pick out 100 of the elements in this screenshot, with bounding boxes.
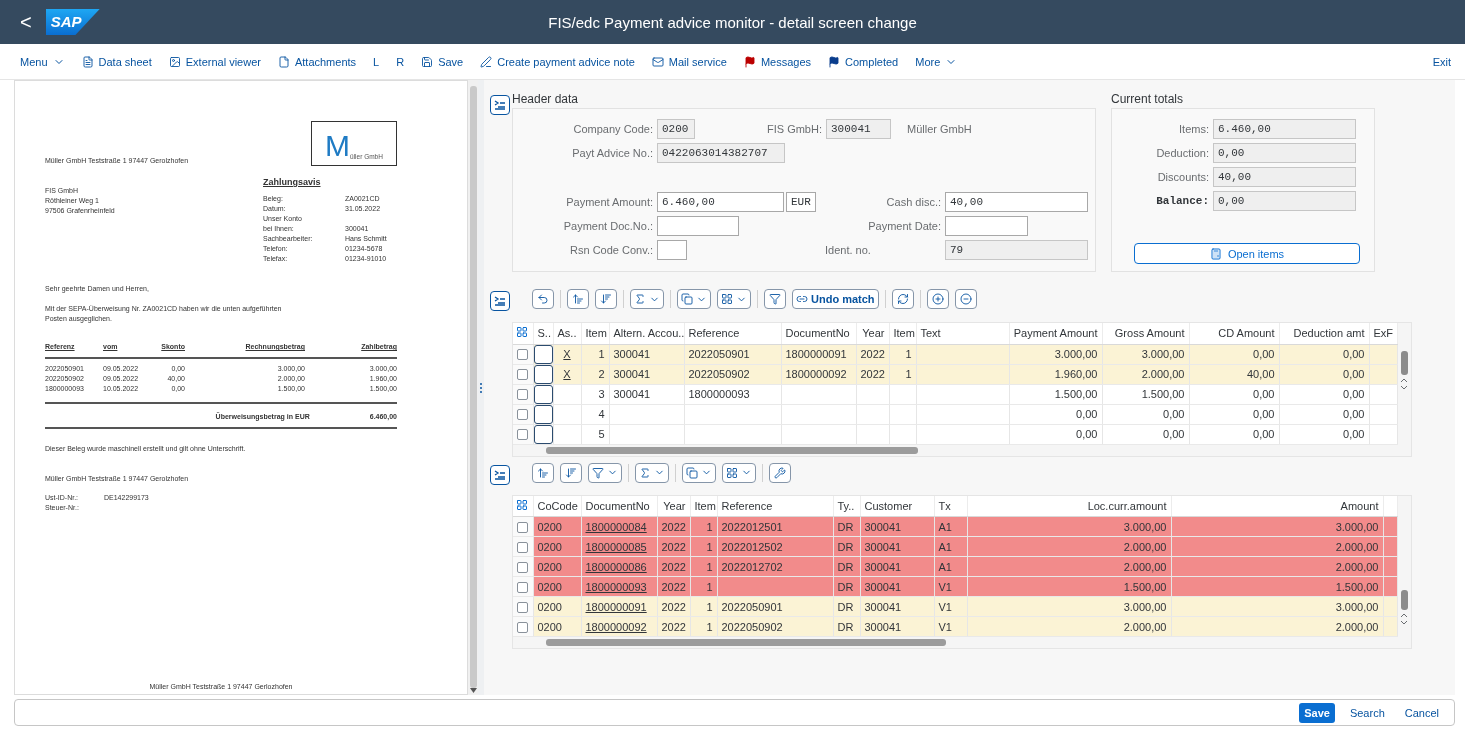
column-header[interactable]: Ty.. bbox=[833, 495, 860, 517]
input-field[interactable]: 6.460,00 bbox=[1213, 119, 1356, 139]
toolbar-button[interactable]: External viewer bbox=[168, 55, 261, 68]
row-checkbox[interactable] bbox=[517, 409, 529, 421]
column-header[interactable]: Year bbox=[657, 495, 690, 517]
toolbar-button[interactable]: Attachments bbox=[277, 55, 357, 68]
input-field[interactable]: 40,00 bbox=[1213, 167, 1356, 187]
column-header[interactable]: Item bbox=[889, 323, 916, 344]
column-header[interactable]: DocumentNo bbox=[781, 323, 856, 344]
column-header[interactable]: Item bbox=[690, 495, 717, 517]
column-header[interactable]: Reference bbox=[684, 323, 781, 344]
back-button[interactable]: < bbox=[18, 10, 34, 34]
sort-descending-button[interactable] bbox=[595, 289, 617, 309]
refresh-button[interactable] bbox=[891, 289, 914, 309]
row-checkbox[interactable] bbox=[517, 369, 529, 381]
row-checkbox[interactable] bbox=[517, 389, 529, 401]
toolbar-button[interactable]: Data sheet bbox=[81, 55, 152, 68]
scrollbar-thumb[interactable] bbox=[546, 639, 946, 646]
document-link[interactable]: 1800000085 bbox=[585, 540, 647, 553]
table-row[interactable]: 0200 1800000093 2022 1 DR 300041 V1 1.500,00 1.500,00 bbox=[513, 576, 1397, 597]
table-row[interactable]: 5 0,00 0,00 0,00 0,00 bbox=[513, 424, 1397, 444]
toolbar-button[interactable]: Completed bbox=[828, 55, 899, 68]
sort-ascending-button[interactable] bbox=[532, 462, 554, 483]
document-link[interactable]: 1800000086 bbox=[585, 560, 647, 573]
row-checkbox[interactable] bbox=[517, 541, 529, 553]
sort-descending-button[interactable] bbox=[560, 462, 582, 483]
toolbar-button[interactable]: Messages bbox=[743, 55, 812, 68]
input-field[interactable]: 79 bbox=[945, 240, 1088, 260]
input-field[interactable]: 300041 bbox=[826, 119, 891, 139]
document-link[interactable]: 1800000084 bbox=[585, 520, 647, 533]
input-field[interactable] bbox=[657, 216, 739, 236]
column-header[interactable]: Reference bbox=[717, 495, 833, 517]
document-link[interactable]: 1800000092 bbox=[585, 620, 647, 633]
sum-button[interactable] bbox=[630, 289, 664, 309]
column-header[interactable]: S.. bbox=[533, 323, 553, 344]
column-header[interactable]: ExF bbox=[1369, 323, 1397, 344]
table-row[interactable]: 0200 1800000084 2022 1 2022012501 DR 300041 A1 3.000,00 3.000,00 bbox=[513, 516, 1397, 537]
input-field[interactable]: 0200 bbox=[657, 119, 695, 139]
sum-button[interactable] bbox=[635, 462, 669, 483]
undo-button[interactable] bbox=[532, 289, 554, 309]
table-row[interactable]: X 1 300041 2022050901 1800000091 2022 1 3.000,00 3.000,00 0,00 0,00 bbox=[513, 344, 1397, 364]
input-field[interactable]: 0,00 bbox=[1213, 143, 1356, 163]
document-link[interactable]: 1800000093 bbox=[585, 580, 647, 593]
currency-field[interactable]: EUR bbox=[786, 192, 816, 212]
tool-button[interactable] bbox=[769, 462, 791, 483]
column-header[interactable]: Item bbox=[581, 323, 609, 344]
table-row[interactable]: 3 300041 1800000093 1.500,00 1.500,00 0,00 0,00 bbox=[513, 384, 1397, 404]
scrollbar[interactable] bbox=[513, 637, 1411, 648]
table-row[interactable]: 0200 1800000085 2022 1 2022012502 DR 300041 A1 2.000,00 2.000,00 bbox=[513, 536, 1397, 557]
column-header[interactable]: Tx bbox=[934, 495, 967, 517]
open-items-button[interactable]: Open items bbox=[1134, 243, 1360, 264]
column-header[interactable]: Customer bbox=[860, 495, 934, 517]
layout-button[interactable] bbox=[717, 289, 751, 309]
add-button[interactable] bbox=[926, 289, 949, 309]
table-row[interactable]: X 2 300041 2022050902 1800000092 2022 1 1.960,00 2.000,00 40,00 0,00 bbox=[513, 364, 1397, 384]
remove-button[interactable] bbox=[954, 289, 977, 309]
footer-button[interactable]: Save bbox=[1299, 702, 1335, 723]
footer-button[interactable]: Cancel bbox=[1399, 702, 1444, 723]
row-checkbox[interactable] bbox=[517, 349, 529, 361]
column-header[interactable]: Amount bbox=[1171, 495, 1383, 517]
assignment-link[interactable]: X bbox=[563, 348, 571, 360]
scrollbar-thumb[interactable] bbox=[1400, 351, 1408, 375]
row-checkbox[interactable] bbox=[517, 561, 529, 573]
column-header[interactable]: DocumentNo bbox=[581, 495, 657, 517]
toolbar-button[interactable]: Save bbox=[421, 55, 464, 68]
column-settings-icon[interactable] bbox=[516, 498, 528, 511]
scroll-arrows-icon[interactable] bbox=[1400, 378, 1409, 390]
collapse-button[interactable] bbox=[490, 95, 510, 115]
table-row[interactable]: 0200 1800000092 2022 1 2022050902 DR 300041 V1 2.000,00 2.000,00 bbox=[513, 616, 1397, 637]
column-header[interactable]: Year bbox=[856, 323, 889, 344]
document-link[interactable]: 1800000091 bbox=[585, 600, 647, 613]
scroll-arrows-icon[interactable] bbox=[1400, 612, 1409, 625]
column-header[interactable]: Deduction amt bbox=[1279, 323, 1369, 344]
layout-button[interactable] bbox=[722, 462, 756, 483]
sort-ascending-button[interactable] bbox=[567, 289, 589, 309]
table-row[interactable]: 4 0,00 0,00 0,00 0,00 bbox=[513, 404, 1397, 424]
toolbar-button[interactable]: Mail service bbox=[651, 55, 727, 68]
column-header[interactable]: Loc.curr.amount bbox=[967, 495, 1171, 517]
exit-button[interactable]: Exit bbox=[1432, 55, 1451, 68]
toolbar-button[interactable]: More bbox=[915, 55, 958, 68]
input-field[interactable] bbox=[657, 240, 687, 260]
collapse-button[interactable] bbox=[490, 291, 510, 311]
row-checkbox[interactable] bbox=[517, 601, 529, 613]
export-button[interactable] bbox=[677, 289, 711, 309]
input-field[interactable]: 6.460,00 bbox=[657, 192, 784, 212]
collapse-button[interactable] bbox=[490, 464, 510, 485]
column-header[interactable]: CD Amount bbox=[1189, 323, 1279, 344]
column-header[interactable]: Gross Amount bbox=[1102, 323, 1189, 344]
column-header[interactable]: Text bbox=[916, 323, 1009, 344]
column-header[interactable]: CoCode bbox=[533, 495, 581, 517]
scrollbar[interactable] bbox=[468, 80, 478, 695]
row-checkbox[interactable] bbox=[517, 581, 529, 593]
footer-button[interactable]: Search bbox=[1344, 702, 1390, 723]
row-checkbox[interactable] bbox=[517, 621, 529, 633]
toolbar-button[interactable]: L bbox=[373, 55, 380, 68]
input-field[interactable]: 40,00 bbox=[945, 192, 1088, 212]
scrollbar[interactable] bbox=[513, 444, 1411, 456]
export-button[interactable] bbox=[682, 462, 716, 483]
table-row[interactable]: 0200 1800000091 2022 1 2022050901 DR 300041 V1 3.000,00 3.000,00 bbox=[513, 596, 1397, 617]
column-header[interactable]: Altern. Accou.. bbox=[609, 323, 684, 344]
